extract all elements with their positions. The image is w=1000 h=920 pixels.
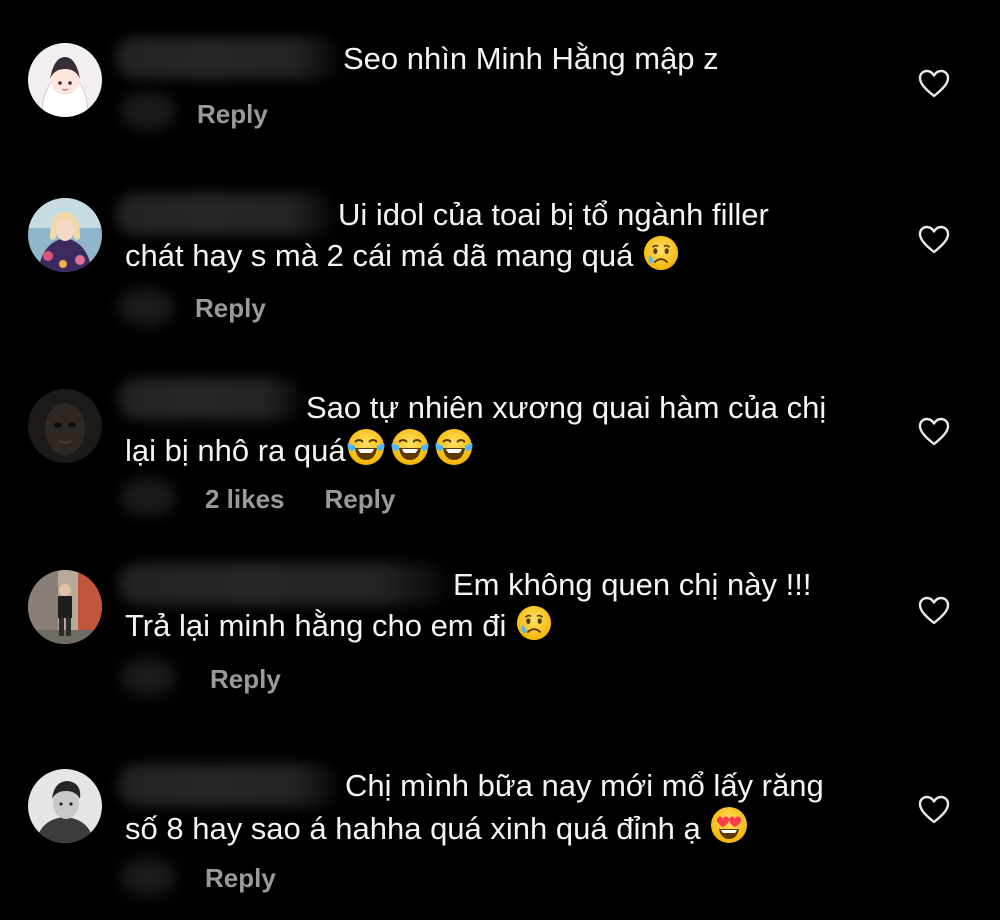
heart-outline-icon[interactable] [918, 417, 950, 447]
heart-outline-icon[interactable] [918, 69, 950, 99]
avatar[interactable] [28, 389, 102, 463]
reply-button[interactable]: Reply [197, 99, 268, 130]
redacted-reaction [120, 858, 176, 896]
comment-text: Chị mình bữa nay mới mổ lấy răng số 8 ha… [125, 767, 824, 848]
comment-line-1: Ui idol của toai bị tổ ngành filler [338, 197, 769, 232]
crying-face-icon [515, 604, 553, 642]
avatar[interactable] [28, 769, 102, 843]
redacted-reaction [120, 478, 176, 516]
comment-meta: Reply [205, 863, 276, 894]
comment-meta: Reply [195, 293, 266, 324]
comment-line-2-wrap: lại bị nhô ra quá [125, 427, 826, 470]
comment-line-2-wrap: Trả lại minh hằng cho em đi [125, 604, 811, 645]
heart-outline-icon[interactable] [918, 596, 950, 626]
comment-text: Seo nhìn Minh Hằng mập z [343, 40, 719, 78]
reply-button[interactable]: Reply [210, 664, 281, 695]
heart-eyes-icon [709, 805, 749, 845]
comment-meta: 2 likes Reply [205, 484, 395, 515]
crying-face-icon [642, 234, 680, 272]
comment-meta: Reply [197, 99, 268, 130]
reply-button[interactable]: Reply [205, 863, 276, 894]
reply-button[interactable]: Reply [325, 484, 396, 515]
redacted-reaction [120, 658, 176, 696]
redacted-reaction [118, 288, 174, 326]
comment-line-2: chát hay s mà 2 cái má dã mang quá [125, 238, 634, 273]
avatar[interactable] [28, 570, 102, 644]
tears-of-joy-icon [346, 427, 386, 467]
comment-text: Em không quen chị này !!! Trả lại minh h… [125, 566, 811, 645]
comment-line-1: Seo nhìn Minh Hằng mập z [343, 41, 719, 76]
comment-line-1: Em không quen chị này !!! [453, 567, 812, 602]
redacted-reaction [120, 92, 176, 130]
comment-line-2: lại bị nhô ra quá [125, 433, 346, 468]
avatar[interactable] [28, 43, 102, 117]
comment-line-2: số 8 hay sao á hahha quá xinh quá đỉnh ạ [125, 811, 701, 846]
comment-line-2-wrap: chát hay s mà 2 cái má dã mang quá [125, 234, 769, 275]
heart-outline-icon[interactable] [918, 225, 950, 255]
tears-of-joy-icon [390, 427, 430, 467]
heart-outline-icon[interactable] [918, 795, 950, 825]
comment-text: Sao tự nhiên xương quai hàm của chị lại … [125, 389, 826, 470]
reply-button[interactable]: Reply [195, 293, 266, 324]
redacted-username [115, 37, 340, 79]
likes-count[interactable]: 2 likes [205, 484, 285, 515]
avatar[interactable] [28, 198, 102, 272]
comment-meta: Reply [210, 664, 281, 695]
comment-line-1: Sao tự nhiên xương quai hàm của chị [306, 390, 827, 425]
comments-screen: { "comments": [ { "text_line1": "Seo nhì… [0, 0, 1000, 920]
comment-text: Ui idol của toai bị tổ ngành filler chát… [125, 196, 769, 275]
tears-of-joy-icon [434, 427, 474, 467]
comment-line-2: Trả lại minh hằng cho em đi [125, 608, 507, 643]
comment-line-2-wrap: số 8 hay sao á hahha quá xinh quá đỉnh ạ [125, 805, 824, 848]
comment-line-1: Chị mình bữa nay mới mổ lấy răng [345, 768, 824, 803]
